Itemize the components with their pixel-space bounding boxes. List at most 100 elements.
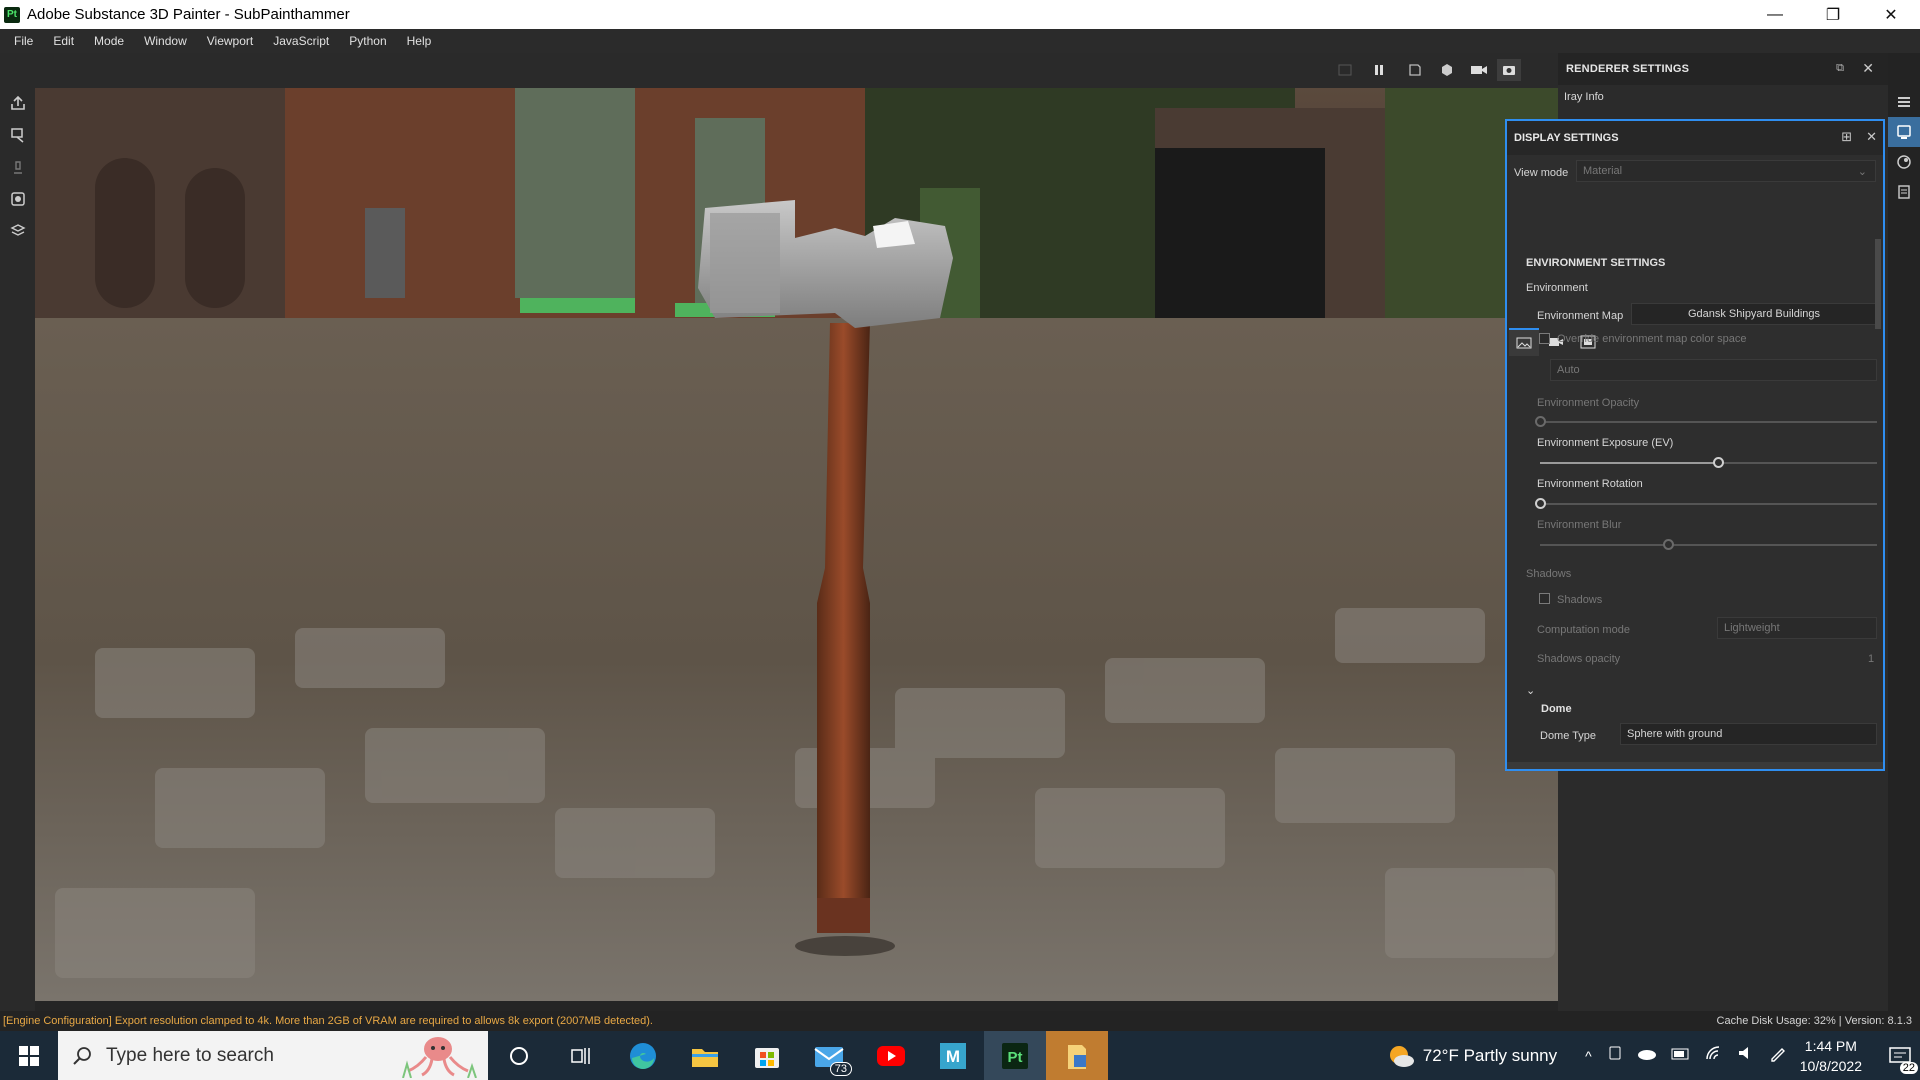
display-settings-icon[interactable] (1888, 117, 1920, 147)
file-explorer-icon[interactable] (674, 1031, 736, 1080)
octopus-search-art-icon (402, 1037, 477, 1078)
shader-settings-icon[interactable] (1888, 147, 1920, 177)
view-mode-value: Material (1583, 165, 1623, 177)
chevron-up-icon[interactable]: ^ (1585, 1048, 1592, 1064)
cache-version-info: Cache Disk Usage: 32% | Version: 8.1.3 (1716, 1015, 1912, 1027)
minimize-button[interactable]: — (1746, 0, 1804, 29)
device-icon[interactable] (1607, 1045, 1623, 1066)
dome-type-label: Dome Type (1540, 730, 1597, 742)
taskbar-clock[interactable]: 1:44 PM 10/8/2022 (1800, 1036, 1862, 1076)
taskbar-search-box[interactable]: Type here to search (58, 1031, 488, 1080)
properties-panel-icon[interactable] (1888, 177, 1920, 207)
volume-icon[interactable] (1737, 1045, 1755, 1066)
environment-blur-knob[interactable] (1662, 539, 1674, 550)
camera-icon[interactable] (1467, 59, 1491, 81)
environment-tab-icon[interactable] (1509, 328, 1539, 356)
restore-button[interactable]: ❐ (1804, 0, 1862, 29)
battery-icon[interactable] (1671, 1047, 1691, 1065)
menu-python[interactable]: Python (341, 34, 394, 48)
cortana-icon[interactable] (488, 1031, 550, 1080)
environment-exposure-fill (1540, 462, 1719, 464)
windows-start-icon[interactable] (0, 1031, 58, 1080)
override-color-space-checkbox[interactable] (1539, 333, 1550, 344)
environment-blur-slider[interactable] (1540, 544, 1877, 546)
iray-info-label[interactable]: Iray Info (1564, 91, 1604, 103)
float-panel-icon[interactable]: ⧉ (1836, 62, 1844, 75)
brush-icon[interactable] (0, 151, 35, 183)
dock-panel-icon[interactable]: ⊞ (1841, 129, 1852, 145)
environment-opacity-label: Environment Opacity (1537, 397, 1640, 409)
layers-3d-icon[interactable] (0, 215, 35, 247)
view-mode-dropdown[interactable]: Material ⌄ (1576, 160, 1876, 182)
status-bar: [Engine Configuration] Export resolution… (0, 1011, 1920, 1031)
renderer-close-icon[interactable]: ✕ (1862, 60, 1874, 77)
environment-blur-label: Environment Blur (1537, 519, 1622, 531)
environment-rotation-label: Environment Rotation (1537, 478, 1643, 490)
3d-scene-render[interactable] (35, 88, 1558, 1001)
environment-rotation-slider[interactable] (1540, 503, 1877, 505)
menu-help[interactable]: Help (399, 34, 440, 48)
render-capture-icon[interactable] (1497, 59, 1521, 81)
weather-text: 72°F Partly sunny (1422, 1045, 1558, 1065)
pen-icon[interactable] (1769, 1044, 1787, 1067)
menu-javascript[interactable]: JavaScript (265, 34, 337, 48)
painter-app-icon: Pt (4, 6, 20, 23)
display-settings-scrollbar[interactable] (1875, 239, 1881, 329)
texture-set-icon[interactable] (0, 183, 35, 215)
onedrive-cloud-icon[interactable] (1637, 1046, 1657, 1065)
dome-section-heading[interactable]: Dome (1541, 703, 1572, 715)
environment-exposure-knob[interactable] (1713, 457, 1725, 468)
bake-icon[interactable] (0, 119, 35, 151)
engine-warning-message: [Engine Configuration] Export resolution… (3, 1015, 653, 1027)
3d-cube-icon[interactable] (1435, 59, 1459, 81)
environment-map-field[interactable]: Gdansk Shipyard Buildings (1631, 303, 1877, 325)
microsoft-store-icon[interactable] (736, 1031, 798, 1080)
display-settings-hscrollbar[interactable] (1507, 762, 1883, 769)
environment-map-label: Environment Map (1537, 310, 1624, 322)
display-settings-panel: DISPLAY SETTINGS ⊞ ✕ View mode Material … (1505, 119, 1885, 771)
color-space-dropdown[interactable]: Auto (1550, 359, 1877, 381)
display-settings-title: DISPLAY SETTINGS (1514, 132, 1619, 144)
menu-viewport[interactable]: Viewport (199, 34, 261, 48)
environment-opacity-slider[interactable] (1540, 421, 1877, 423)
2d-view-icon[interactable] (1403, 59, 1427, 81)
shadows-group-label: Shadows (1526, 568, 1572, 580)
export-icon[interactable] (0, 87, 35, 119)
pause-icon[interactable] (1367, 59, 1391, 81)
right-icon-strip (1888, 53, 1920, 1021)
weather-widget[interactable]: 72°F Partly sunny (1387, 1043, 1557, 1069)
svg-text:Pt: Pt (1008, 1049, 1023, 1066)
file-manager-folder-icon[interactable] (1046, 1031, 1108, 1080)
task-view-icon[interactable] (550, 1031, 612, 1080)
computation-mode-label: Computation mode (1537, 624, 1630, 636)
edge-browser-icon[interactable] (612, 1031, 674, 1080)
snapshot-icon[interactable] (1333, 59, 1357, 81)
display-close-icon[interactable]: ✕ (1866, 129, 1877, 145)
windows-taskbar: Type here to search 73 M Pt 72°F Partly … (0, 1031, 1920, 1080)
menu-file[interactable]: File (6, 34, 41, 48)
dome-type-dropdown[interactable]: Sphere with ground (1620, 723, 1877, 745)
menu-window[interactable]: Window (136, 34, 195, 48)
layers-panel-icon[interactable] (1888, 87, 1920, 117)
display-settings-header: DISPLAY SETTINGS ⊞ ✕ (1507, 121, 1883, 155)
viewport[interactable] (35, 53, 1558, 1001)
youtube-icon[interactable] (860, 1031, 922, 1080)
override-color-space-label: Override environment map color space (1557, 333, 1747, 345)
notification-center-icon[interactable]: 22 (1880, 1031, 1920, 1080)
wifi-icon[interactable] (1705, 1045, 1723, 1066)
maya-icon[interactable]: M (922, 1031, 984, 1080)
search-icon (73, 1046, 91, 1065)
environment-rotation-knob[interactable] (1534, 498, 1546, 509)
computation-mode-dropdown[interactable]: Lightweight (1717, 617, 1877, 639)
menu-edit[interactable]: Edit (45, 34, 82, 48)
renderer-settings-header: RENDERER SETTINGS ⧉ ✕ (1558, 53, 1888, 85)
scene-illustration (35, 88, 1558, 1001)
environment-opacity-knob[interactable] (1534, 416, 1546, 427)
close-button[interactable]: ✕ (1862, 0, 1920, 29)
shadows-checkbox[interactable] (1539, 593, 1550, 604)
substance-painter-taskbar-icon[interactable]: Pt (984, 1031, 1046, 1080)
menu-mode[interactable]: Mode (86, 34, 132, 48)
mail-badge: 73 (829, 1062, 852, 1076)
dome-collapse-chevron-icon[interactable]: ⌄ (1526, 684, 1535, 697)
mail-icon[interactable]: 73 (798, 1031, 860, 1080)
